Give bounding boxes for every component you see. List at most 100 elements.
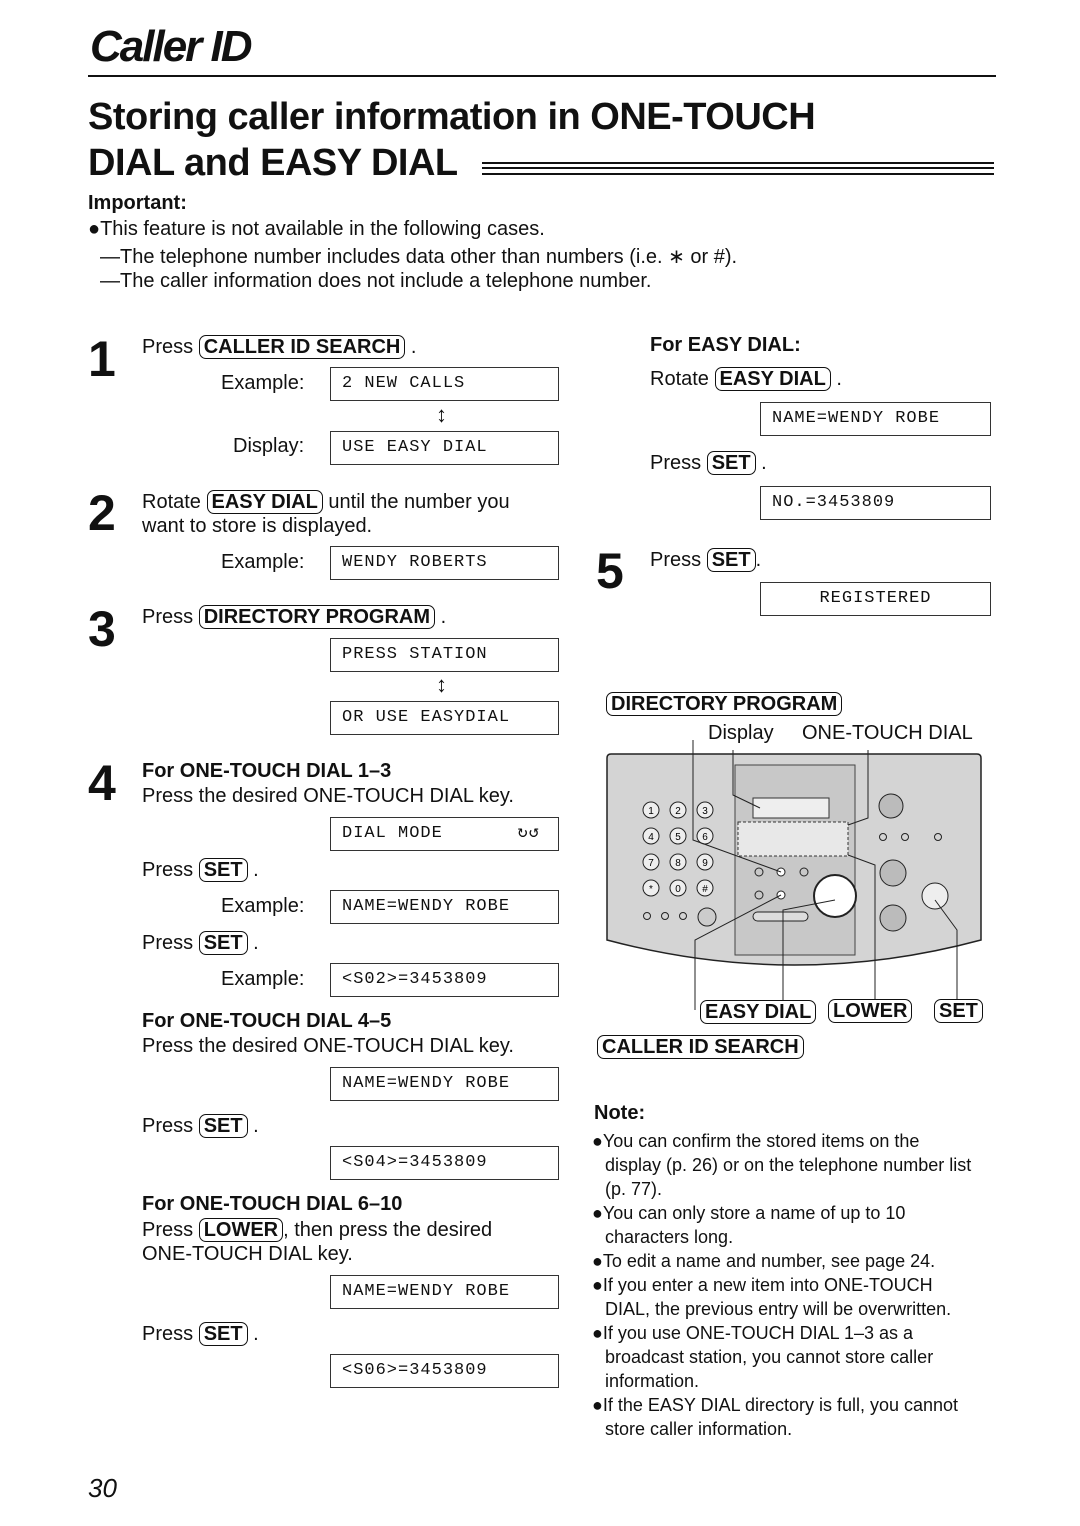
keypad-key: * (642, 879, 660, 897)
rotate-label: Rotate (650, 368, 709, 390)
example-label: Example: (221, 968, 305, 990)
subheading: For EASY DIAL: (650, 334, 801, 356)
set-key: SET (198, 1322, 248, 1346)
lcd-display: OR USE EASYDIAL (330, 701, 559, 735)
page-title-line2: DIAL and EASY DIAL (88, 142, 458, 184)
svg-text:9: 9 (702, 858, 708, 869)
example-label: Example: (221, 551, 305, 573)
step-text: Press SET . (142, 1114, 259, 1138)
lcd-display: NAME=WENDY ROBE (760, 402, 991, 436)
directory-program-key: DIRECTORY PROGRAM (606, 692, 843, 716)
step-number: 2 (88, 485, 116, 541)
step-text: Press SET . (142, 1322, 259, 1346)
step-text: Rotate EASY DIAL until the number you (142, 490, 510, 514)
keypad-key: 4 (642, 827, 660, 845)
subheading: For ONE-TOUCH DIAL 6–10 (142, 1193, 403, 1215)
lcd-display: DIAL MODE ↻↺ (330, 817, 559, 851)
press-label: Press (142, 1219, 194, 1241)
easy-dial-key: EASY DIAL (714, 367, 831, 391)
press-label: Press (142, 1115, 194, 1137)
lcd-display: <S04>=3453809 (330, 1146, 559, 1180)
important-label: Important: (88, 192, 187, 214)
caller-id-search-key: CALLER ID SEARCH (198, 335, 406, 359)
note-item: ●To edit a name and number, see page 24. (592, 1251, 936, 1271)
header-rule (88, 75, 996, 77)
svg-text:*: * (649, 884, 653, 895)
svg-text:6: 6 (702, 832, 708, 843)
step-text: Press SET . (142, 931, 259, 955)
press-label: Press (142, 859, 194, 881)
easy-dial-key: EASY DIAL (700, 1000, 817, 1024)
keypad-key: 6 (696, 827, 714, 845)
keypad-key: 0 (669, 879, 687, 897)
one-touch-keys (737, 821, 849, 857)
important-line: ●This feature is not available in the fo… (88, 218, 545, 240)
easy-dial-jog (813, 874, 857, 918)
important-line: —The telephone number includes data othe… (100, 246, 738, 268)
diagram-label: DIRECTORY PROGRAM (606, 692, 843, 716)
page-number: 30 (88, 1473, 117, 1503)
one-touch-dial-callout: ONE-TOUCH DIAL (802, 722, 973, 744)
diagram-label: CALLER ID SEARCH (597, 1035, 804, 1059)
display-label: Display: (233, 435, 305, 457)
note-item: information. (605, 1371, 700, 1391)
step-text: Rotate EASY DIAL . (650, 367, 842, 391)
press-label: Press (650, 549, 702, 571)
note-item: store caller information. (605, 1419, 793, 1439)
diagram-label: SET (934, 999, 983, 1023)
svg-text:2: 2 (675, 806, 681, 817)
svg-text:5: 5 (675, 832, 681, 843)
lcd-display: 2 NEW CALLS (330, 367, 559, 401)
step-text: Press SET . (142, 858, 259, 882)
keypad-key: 7 (642, 853, 660, 871)
set-key: SET (934, 999, 983, 1023)
set-key: SET (198, 858, 248, 882)
lcd-display: REGISTERED (760, 582, 991, 616)
step-text: Press CALLER ID SEARCH . (142, 335, 417, 359)
rotate-label: Rotate (142, 491, 201, 513)
note-item: DIAL, the previous entry will be overwri… (605, 1299, 952, 1319)
lcd-display: NAME=WENDY ROBE (330, 1275, 559, 1309)
lcd-display: NO.=3453809 (760, 486, 991, 520)
display-callout: Display (708, 722, 774, 744)
press-label: Press (142, 1323, 194, 1345)
step-text-part: until the number you (328, 491, 510, 513)
note-item: (p. 77). (605, 1179, 663, 1199)
set-button-shape (921, 882, 949, 910)
svg-text:7: 7 (648, 858, 654, 869)
set-key: SET (706, 451, 756, 475)
dial-mode-arrows-icon: ↻↺ (517, 824, 540, 843)
step-text: Press DIRECTORY PROGRAM . (142, 605, 447, 629)
step-text: ONE-TOUCH DIAL key. (142, 1243, 353, 1265)
note-item: characters long. (605, 1227, 734, 1247)
title-double-rule (482, 162, 994, 175)
note-item: broadcast station, you cannot store call… (605, 1347, 934, 1367)
press-label: Press (142, 932, 194, 954)
svg-text:1: 1 (648, 806, 654, 817)
subheading: For ONE-TOUCH DIAL 4–5 (142, 1010, 392, 1032)
step-text: Press LOWER, then press the desired (142, 1218, 492, 1242)
keypad-key: 1 (642, 801, 660, 819)
important-line: —The caller information does not include… (100, 270, 652, 292)
step-text: Press the desired ONE-TOUCH DIAL key. (142, 1035, 514, 1057)
directory-program-key: DIRECTORY PROGRAM (198, 605, 436, 629)
note-item: ●If the EASY DIAL directory is full, you… (592, 1395, 959, 1415)
svg-text:3: 3 (702, 806, 708, 817)
set-key: SET (198, 1114, 248, 1138)
lcd-display: PRESS STATION (330, 638, 559, 672)
keypad-key: 5 (669, 827, 687, 845)
press-label: Press (142, 336, 194, 358)
step-text: want to store is displayed. (142, 515, 373, 537)
note-item: ●You can only store a name of up to 10 (592, 1203, 906, 1223)
easy-dial-key: EASY DIAL (206, 490, 323, 514)
step-text: Press SET. (650, 548, 762, 572)
lcd-display: <S02>=3453809 (330, 963, 559, 997)
note-item: display (p. 26) or on the telephone numb… (605, 1155, 972, 1175)
round-button (878, 793, 904, 819)
step-text: Press SET . (650, 451, 767, 475)
section-title: Caller ID (90, 22, 253, 71)
step-number: 1 (88, 331, 116, 387)
note-item: ●If you enter a new item into ONE-TOUCH (592, 1275, 933, 1295)
center-recess (734, 764, 856, 956)
subheading: For ONE-TOUCH DIAL 1–3 (142, 760, 392, 782)
